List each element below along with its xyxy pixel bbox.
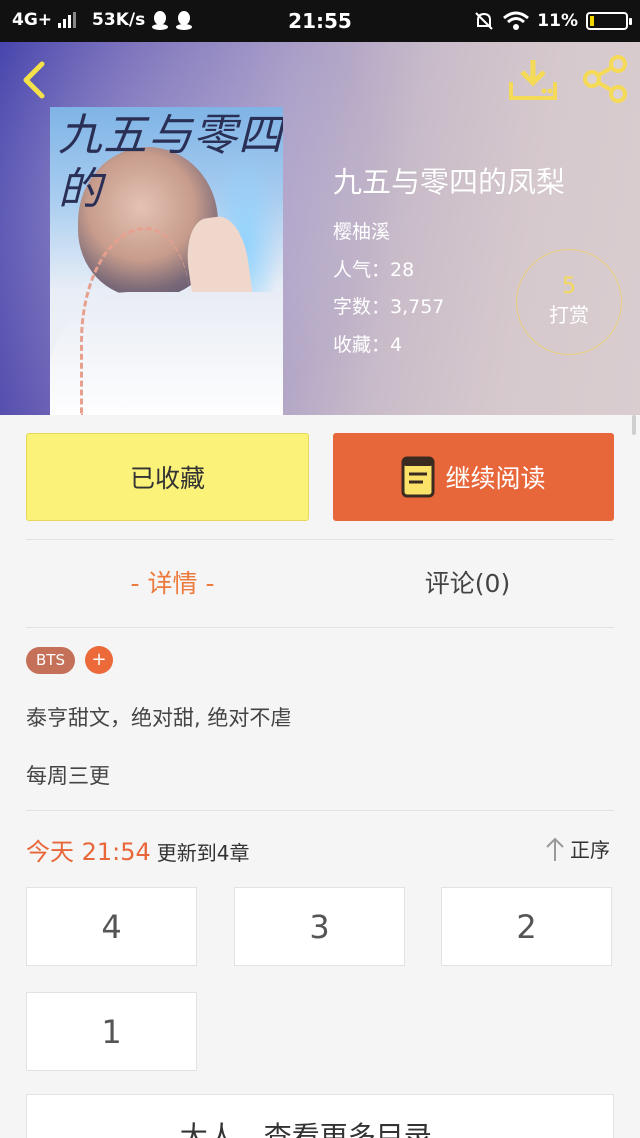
divider (26, 627, 614, 628)
continue-reading-button[interactable]: 继续阅读 (333, 433, 614, 521)
chapter-button[interactable]: 3 (234, 887, 405, 966)
more-catalog-button[interactable]: 大人，查看更多目录 ⌄ (26, 1094, 614, 1138)
arrow-up-icon (546, 837, 564, 861)
back-chevron-icon[interactable] (18, 60, 50, 100)
download-icon[interactable] (508, 58, 558, 102)
reward-count: 5 (562, 274, 576, 299)
update-info: 今天 21:54 更新到4章 (26, 832, 250, 867)
battery-icon (586, 12, 632, 30)
update-text: 更新到4章 (156, 841, 250, 865)
book-title: 九五与零四的凤梨 (333, 165, 566, 199)
status-bar: 4G+ 53K/s 21:55 11% (0, 0, 640, 42)
sort-order-button[interactable]: 正序 (544, 834, 610, 863)
cover-title: 九五与零四的 (58, 110, 283, 215)
favorited-button[interactable]: 已收藏 (26, 433, 309, 521)
reward-button[interactable]: 5 打赏 (516, 249, 622, 355)
mute-bell-icon (475, 12, 494, 30)
share-icon[interactable] (580, 54, 630, 104)
status-right: 11% (473, 10, 632, 32)
more-catalog-label: 大人，查看更多目录 (179, 1120, 432, 1138)
tab-detail[interactable]: - 详情 - (90, 560, 255, 608)
chapter-button[interactable]: 2 (441, 887, 612, 966)
divider (26, 539, 614, 540)
book-cover[interactable]: 九五与零四的 (50, 107, 283, 415)
tag-chip[interactable]: BTS (26, 646, 75, 674)
battery-percent: 11% (537, 11, 578, 31)
description-line: 每周三更 (26, 764, 110, 788)
tab-comments[interactable]: 评论(0) (385, 560, 550, 608)
scrollbar[interactable] (632, 415, 636, 435)
chapter-button[interactable]: 4 (26, 887, 197, 966)
divider (26, 810, 614, 811)
book-author[interactable]: 樱柚溪 (333, 214, 565, 252)
update-time: 今天 21:54 (26, 838, 151, 866)
continue-reading-label: 继续阅读 (445, 464, 546, 493)
chapter-button[interactable]: 1 (26, 992, 197, 1071)
reward-label: 打赏 (549, 303, 589, 327)
wifi-icon (503, 11, 530, 30)
description-line: 泰亨甜文，绝对甜, 绝对不虐 (26, 706, 292, 730)
sort-order-label: 正序 (570, 838, 610, 862)
book-icon (401, 456, 435, 498)
chevron-down-icon: ⌄ (442, 1127, 460, 1138)
favorited-label: 已收藏 (129, 464, 205, 493)
book-header: 九五与零四的 九五与零四的凤梨 樱柚溪 人气：28 字数：3,757 收藏：4 … (0, 42, 640, 415)
add-tag-button[interactable]: + (84, 646, 113, 674)
tag-list: BTS + (26, 646, 113, 674)
